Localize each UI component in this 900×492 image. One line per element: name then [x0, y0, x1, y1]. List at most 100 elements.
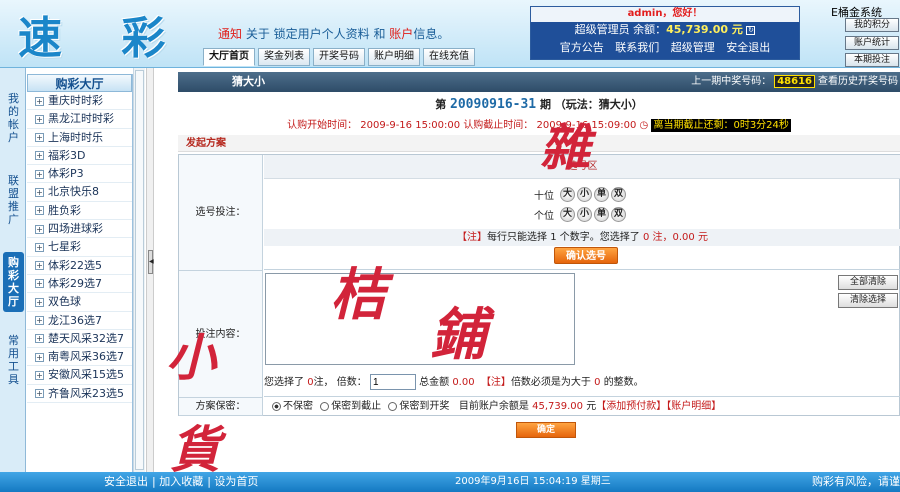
sidebar-lottery-label: 七星彩	[48, 240, 81, 254]
user-role: 超级管理员	[574, 23, 630, 36]
tab-account-detail[interactable]: 账户明细	[368, 48, 420, 66]
game-name: 猜大小	[232, 75, 265, 88]
section-title: 发起方案	[178, 135, 900, 152]
tens-small-ball[interactable]: 小	[577, 186, 592, 202]
sidebar-lottery-label: 龙江36选7	[48, 313, 102, 327]
sidebar-lottery-item[interactable]: + 双色球	[27, 293, 132, 312]
expand-plus-icon[interactable]: +	[35, 133, 44, 143]
units-odd-ball[interactable]: 单	[594, 206, 609, 222]
frame-splitter[interactable]: ◀	[146, 68, 154, 472]
bet-content-textarea[interactable]	[265, 273, 575, 365]
sidebar-scrollbar[interactable]	[133, 68, 145, 472]
sidebar-lottery-item[interactable]: + 安徽风采15选5	[27, 366, 132, 385]
submit-button[interactable]: 确定	[516, 422, 576, 438]
sidebar-lottery-label: 上海时时乐	[48, 130, 103, 144]
clear-all-button[interactable]: 全部清除	[838, 275, 898, 290]
expand-plus-icon[interactable]: +	[35, 279, 44, 289]
radio-secret-until-draw[interactable]	[388, 401, 398, 411]
sidebar-lottery-item[interactable]: + 福彩3D	[27, 147, 132, 166]
expand-plus-icon[interactable]: +	[35, 206, 44, 216]
expand-plus-icon[interactable]: +	[35, 96, 44, 106]
confirm-pick-button[interactable]: 确认选号	[554, 247, 618, 264]
issue-line: 第 20090916-31 期 （玩法：猜大小）	[178, 96, 900, 112]
account-detail-link[interactable]: 【账户明细】	[666, 401, 721, 412]
sidebar-lottery-item[interactable]: + 体彩29选7	[27, 275, 132, 294]
sidebar-lottery-item[interactable]: + 龙江36选7	[27, 312, 132, 330]
tens-big-ball[interactable]: 大	[560, 186, 575, 202]
countdown-label: 离当期截止还剩：	[653, 120, 734, 131]
link-contact[interactable]: 联系我们	[615, 41, 659, 54]
multiple-note-end: 的整数。	[603, 377, 644, 388]
sidebar-lottery-item[interactable]: + 胜负彩	[27, 202, 132, 221]
vtab-tools[interactable]: 常用工具	[3, 330, 24, 390]
footer-logout-link[interactable]: 安全退出	[104, 475, 148, 488]
last-draw: 上一期中奖号码： 48616 查看历史开奖号码	[691, 72, 898, 92]
units-small-ball[interactable]: 小	[577, 206, 592, 222]
sidebar-lottery-item[interactable]: + 七星彩	[27, 238, 132, 257]
tab-lobby-home[interactable]: 大厅首页	[203, 48, 255, 66]
radio-secret-until-close[interactable]	[320, 401, 330, 411]
sidebar-lottery-item[interactable]: + 四场进球彩	[27, 220, 132, 239]
footer-favorite-link[interactable]: 加入收藏	[159, 475, 203, 488]
units-label: 个位	[534, 210, 554, 222]
multiple-input[interactable]	[369, 374, 416, 390]
expand-plus-icon[interactable]: +	[35, 389, 44, 399]
tab-online-recharge[interactable]: 在线充值	[423, 48, 475, 66]
secret-option-until-close[interactable]: 保密到截止	[331, 401, 381, 412]
sidebar-lottery-label: 北京快乐8	[48, 185, 99, 199]
my-points-button[interactable]: 我的积分	[845, 18, 899, 32]
expand-plus-icon[interactable]: +	[35, 242, 44, 252]
sidebar-lottery-item[interactable]: + 黑龙江时时彩	[27, 110, 132, 129]
current-bets-button[interactable]: 本期投注	[845, 53, 899, 67]
sidebar-lottery-item[interactable]: + 北京快乐8	[27, 183, 132, 202]
sidebar-lottery-item[interactable]: + 南粤风采36选7	[27, 348, 132, 367]
footer-homepage-link[interactable]: 设为首页	[214, 475, 258, 488]
link-logout[interactable]: 安全退出	[726, 41, 770, 54]
vtab-my-account[interactable]: 我的帐户	[3, 88, 24, 148]
expand-plus-icon[interactable]: +	[35, 370, 44, 380]
units-big-ball[interactable]: 大	[560, 206, 575, 222]
expand-plus-icon[interactable]: +	[35, 297, 44, 307]
collapse-arrow-icon[interactable]: ◀	[148, 250, 154, 274]
expand-plus-icon[interactable]: +	[35, 114, 44, 124]
end-time: 2009-9-16 15:09:00	[536, 120, 637, 131]
expand-plus-icon[interactable]: +	[35, 261, 44, 271]
tens-odd-ball[interactable]: 单	[594, 186, 609, 202]
units-even-ball[interactable]: 双	[611, 206, 626, 222]
notice-bar[interactable]: 通知 关于 锁定用户个人资料 和 账户信息。	[218, 25, 449, 42]
expand-plus-icon[interactable]: +	[35, 169, 44, 179]
history-link[interactable]: 查看历史开奖号码	[818, 76, 898, 87]
tab-draw-numbers[interactable]: 开奖号码	[313, 48, 365, 66]
link-announcement[interactable]: 官方公告	[560, 41, 604, 54]
tab-prize-list[interactable]: 奖金列表	[258, 48, 310, 66]
total-label: 总金额	[419, 377, 450, 388]
expand-plus-icon[interactable]: +	[35, 316, 44, 326]
link-super-admin[interactable]: 超级管理	[671, 41, 715, 54]
sidebar-lottery-item[interactable]: + 体彩P3	[27, 165, 132, 184]
sidebar-lottery-item[interactable]: + 齐鲁风采23选5	[27, 385, 132, 404]
expand-plus-icon[interactable]: +	[35, 151, 44, 161]
scrollbar-thumb[interactable]	[135, 70, 144, 470]
clear-selected-button[interactable]: 清除选择	[838, 293, 898, 308]
expand-plus-icon[interactable]: +	[35, 224, 44, 234]
sidebar-lottery-item[interactable]: + 上海时时乐	[27, 129, 132, 147]
expand-plus-icon[interactable]: +	[35, 352, 44, 362]
vtab-alliance[interactable]: 联盟推广	[3, 170, 24, 230]
refresh-icon[interactable]: ↻	[746, 25, 756, 35]
vertical-tabs: 我的帐户 联盟推广 购彩大厅 常用工具	[0, 68, 26, 472]
last-draw-number: 48616	[774, 75, 815, 88]
sidebar-lottery-item[interactable]: + 体彩22选5	[27, 257, 132, 275]
secret-option-none[interactable]: 不保密	[283, 401, 313, 412]
radio-no-secret[interactable]	[272, 401, 281, 411]
tip-count: 0	[642, 232, 650, 243]
secret-option-until-draw[interactable]: 保密到开奖	[399, 401, 449, 412]
account-stats-button[interactable]: 账户统计	[845, 36, 899, 50]
tens-row: 十位 大 小 单 双	[534, 186, 626, 202]
expand-plus-icon[interactable]: +	[35, 187, 44, 197]
add-funds-link[interactable]: 【添加预付款】	[596, 401, 666, 412]
vtab-lottery-hall[interactable]: 购彩大厅	[3, 252, 24, 312]
sidebar-lottery-item[interactable]: + 楚天风采32选7	[27, 330, 132, 349]
expand-plus-icon[interactable]: +	[35, 334, 44, 344]
tens-even-ball[interactable]: 双	[611, 186, 626, 202]
sidebar-lottery-item[interactable]: + 重庆时时彩	[27, 92, 132, 111]
